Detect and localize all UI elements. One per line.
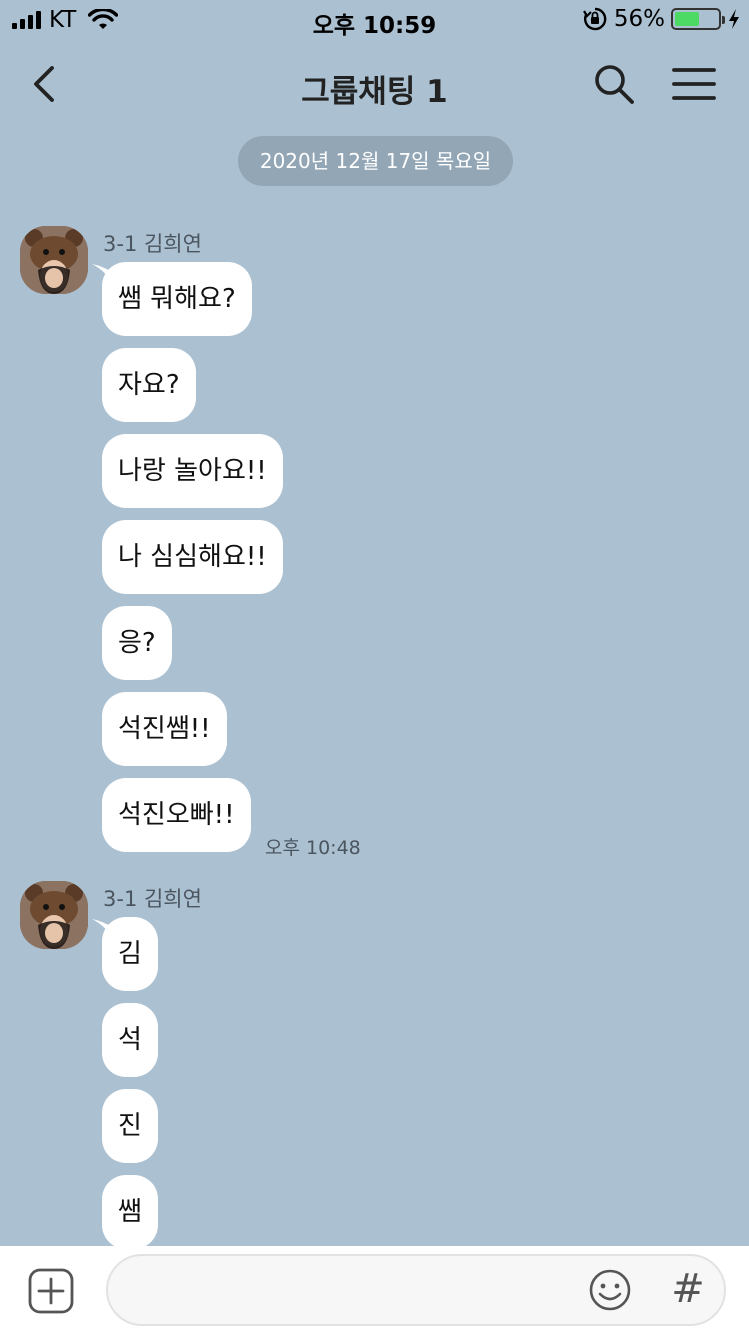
battery-cap xyxy=(722,16,725,24)
battery-percent: 56% xyxy=(613,6,665,32)
hamburger-menu-icon[interactable] xyxy=(670,64,718,104)
status-right: 56% xyxy=(582,6,741,32)
message-bubble[interactable]: 자요? xyxy=(102,348,196,422)
rotation-lock-icon xyxy=(582,7,607,31)
message-bubble[interactable]: 석 xyxy=(102,1003,158,1077)
message-bubble[interactable]: 석진오빠!! xyxy=(102,778,251,852)
message-input-bar: # xyxy=(0,1246,749,1334)
message-input[interactable] xyxy=(106,1254,726,1326)
message-timestamp: 오후 10:48 xyxy=(265,837,361,859)
date-divider: 2020년 12월 17일 목요일 xyxy=(238,136,513,186)
chat-header: 그룹채팅 1 xyxy=(0,48,749,120)
avatar-photo xyxy=(20,226,88,294)
hashtag-button[interactable]: # xyxy=(668,1264,708,1314)
message-bubble[interactable]: 응? xyxy=(102,606,172,680)
search-icon[interactable] xyxy=(592,62,636,106)
message-bubble[interactable]: 쌤 뭐해요? xyxy=(102,262,252,336)
battery-icon xyxy=(671,8,725,30)
message-bubble[interactable]: 쌤 xyxy=(102,1175,158,1249)
avatar-photo xyxy=(20,881,88,949)
chat-title: 그룹채팅 1 xyxy=(301,74,448,110)
avatar[interactable] xyxy=(20,881,88,949)
message-bubble[interactable]: 김 xyxy=(102,917,158,991)
battery-fill xyxy=(675,12,699,26)
smiley-icon[interactable] xyxy=(588,1268,632,1312)
plus-square-icon[interactable] xyxy=(28,1268,74,1314)
sender-name: 3-1 김희연 xyxy=(103,232,202,256)
message-bubble[interactable]: 나 심심해요!! xyxy=(102,520,283,594)
message-bubble[interactable]: 진 xyxy=(102,1089,158,1163)
sender-name: 3-1 김희연 xyxy=(103,887,202,911)
message-bubble[interactable]: 나랑 놀아요!! xyxy=(102,434,283,508)
message-bubble[interactable]: 석진쌤!! xyxy=(102,692,227,766)
status-bar: KT 오후 10:59 56% xyxy=(0,0,749,40)
avatar[interactable] xyxy=(20,226,88,294)
charging-bolt-icon xyxy=(729,9,739,29)
